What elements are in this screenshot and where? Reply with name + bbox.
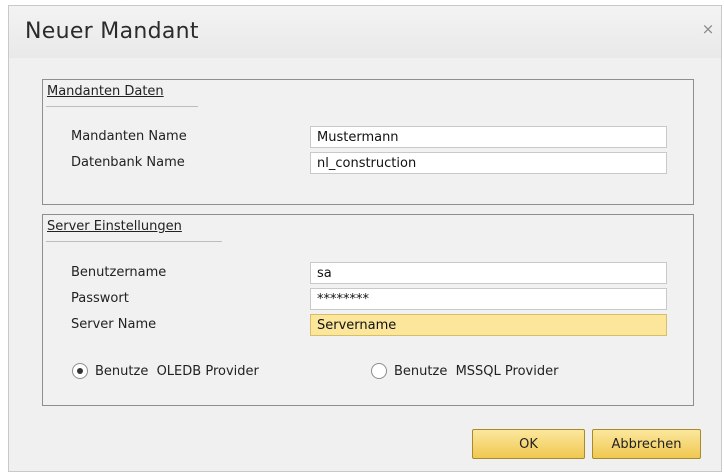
- password-row: Passwort: [71, 288, 681, 311]
- client-name-input[interactable]: [310, 126, 667, 148]
- server-name-label: Server Name: [71, 317, 157, 332]
- database-name-row: Datenbank Name: [71, 152, 681, 175]
- username-label: Benutzername: [71, 265, 167, 280]
- server-name-input[interactable]: [310, 314, 667, 336]
- radio-unselected-icon: [371, 363, 387, 379]
- client-name-row: Mandanten Name: [71, 126, 681, 149]
- cancel-button[interactable]: Abbrechen: [592, 429, 701, 459]
- server-name-row: Server Name: [71, 314, 681, 337]
- server-settings-group: Server Einstellungen Benutzername Passwo…: [42, 214, 694, 406]
- mssql-provider-label: Benutze MSSQL Provider: [394, 363, 559, 379]
- mssql-provider-radio[interactable]: Benutze MSSQL Provider: [371, 361, 558, 381]
- dialog-title: Neuer Mandant: [25, 19, 199, 44]
- client-data-group: Mandanten Daten Mandanten Name Datenbank…: [42, 79, 694, 205]
- radio-selected-icon: [72, 363, 88, 379]
- dialog-window: Neuer Mandant × Mandanten Daten Mandante…: [8, 5, 722, 472]
- oledb-provider-label: Benutze OLEDB Provider: [95, 363, 259, 379]
- legend-divider: [46, 241, 222, 242]
- legend-divider: [46, 106, 198, 107]
- server-settings-legend: Server Einstellungen: [47, 219, 182, 234]
- title-bar: Neuer Mandant ×: [9, 6, 721, 58]
- database-name-label: Datenbank Name: [71, 155, 185, 170]
- password-label: Passwort: [71, 291, 129, 306]
- client-data-legend: Mandanten Daten: [47, 84, 164, 99]
- oledb-provider-radio[interactable]: Benutze OLEDB Provider: [72, 361, 259, 381]
- password-input[interactable]: [310, 288, 667, 310]
- client-name-label: Mandanten Name: [71, 129, 187, 144]
- close-icon[interactable]: ×: [699, 20, 717, 38]
- database-name-input[interactable]: [310, 152, 667, 174]
- username-row: Benutzername: [71, 262, 681, 285]
- ok-button[interactable]: OK: [472, 429, 585, 459]
- username-input[interactable]: [310, 262, 667, 284]
